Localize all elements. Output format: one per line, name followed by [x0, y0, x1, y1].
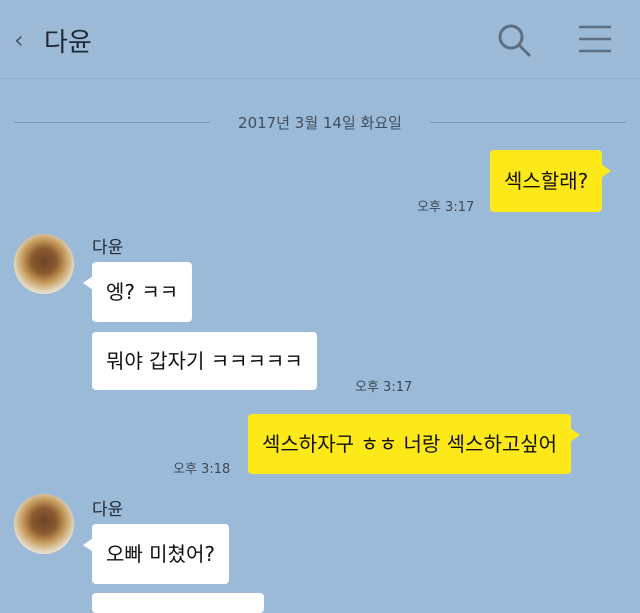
chat-header: ‹ 다윤	[0, 0, 640, 79]
avatar[interactable]	[14, 494, 74, 554]
hamburger-menu-icon[interactable]	[578, 24, 612, 54]
outgoing-message[interactable]: 섹스할래?	[490, 150, 612, 212]
incoming-message[interactable]	[92, 593, 264, 613]
divider-line	[14, 122, 210, 123]
sender-name: 다윤	[92, 238, 124, 258]
incoming-message[interactable]: 엥? ㅋㅋ	[82, 262, 193, 322]
date-divider-text: 2017년 3월 14일 화요일	[238, 114, 402, 132]
avatar[interactable]	[14, 234, 74, 294]
message-time: 오후 3:17	[417, 200, 475, 215]
message-time: 오후 3:18	[173, 462, 231, 477]
message-time: 오후 3:17	[355, 380, 413, 395]
incoming-message[interactable]: 뭐야 갑자기 ㅋㅋㅋㅋㅋ	[92, 332, 317, 390]
date-divider: 2017년 3월 14일 화요일	[0, 108, 640, 138]
incoming-message[interactable]: 오빠 미쳤어?	[83, 524, 229, 584]
divider-line	[430, 122, 626, 123]
chat-title: 다윤	[44, 28, 92, 58]
outgoing-message[interactable]: 섹스하자구 ㅎㅎ 너랑 섹스하고싶어	[248, 414, 581, 474]
sender-name: 다윤	[92, 500, 124, 520]
chevron-left-icon[interactable]: ‹	[14, 26, 32, 54]
search-icon[interactable]	[496, 22, 532, 58]
